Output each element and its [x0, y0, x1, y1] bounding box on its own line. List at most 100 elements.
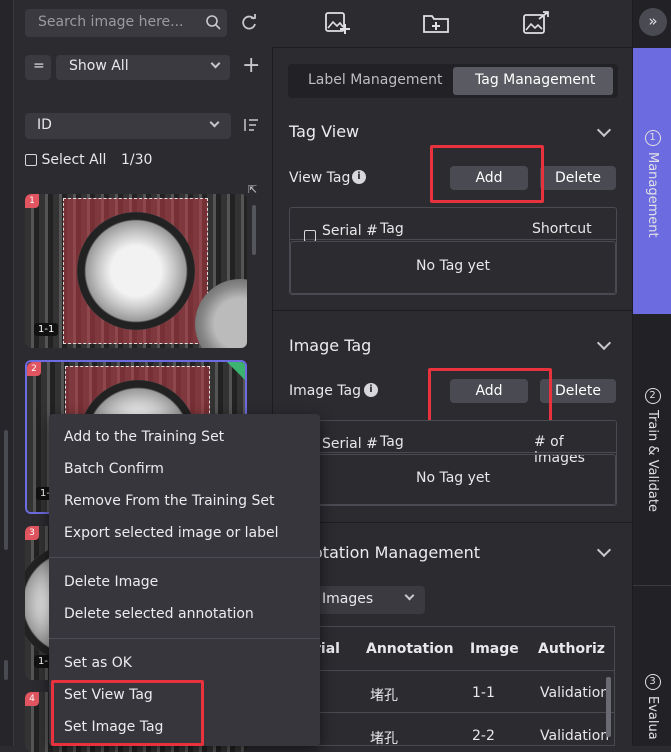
left-edge-strip: [0, 0, 14, 746]
thumbnail-index: 4: [25, 692, 39, 706]
filter-operator-value: =: [33, 58, 45, 74]
chevron-down-icon[interactable]: [596, 122, 612, 138]
column-shortcut: Shortcut: [532, 221, 592, 237]
table-header: Serial # Tag Shortcut: [290, 208, 616, 242]
side-tab-label: Management: [645, 152, 660, 238]
thumbnail-scrollbar[interactable]: [252, 205, 256, 255]
status-corner-badge: [227, 362, 245, 380]
management-tabs: Label Management Tag Management: [288, 64, 618, 98]
table-row[interactable]: 堵孔 1-1 Validation: [314, 671, 614, 713]
annotation-table: rial Annotation Image Authoriz 堵孔 1-1 Va…: [313, 626, 615, 747]
part-image: [77, 212, 195, 330]
checkbox-icon[interactable]: [25, 154, 37, 166]
scrollbar-handle-lower[interactable]: [4, 660, 8, 680]
thumbnail-index: 1: [25, 194, 39, 208]
table-header: rial Annotation Image Authoriz: [314, 627, 614, 671]
add-filter-icon[interactable]: +: [242, 55, 260, 77]
side-tab-label: Train & Validate: [645, 410, 660, 512]
export-image-icon[interactable]: [522, 11, 550, 39]
chevron-down-icon[interactable]: [596, 542, 612, 558]
info-icon[interactable]: i: [364, 383, 378, 397]
thumbnail-index: 2: [27, 362, 41, 376]
highlight-box: [428, 368, 552, 424]
column-annotation: Annotation: [366, 641, 454, 657]
select-all-label: Select All: [41, 152, 107, 168]
chevron-down-icon[interactable]: [596, 335, 612, 351]
chevron-down-icon: [210, 58, 221, 69]
side-tab-number: 1: [644, 130, 661, 146]
info-icon[interactable]: i: [352, 170, 366, 184]
side-tab-train-validate[interactable]: 2 Train & Validate: [633, 380, 671, 580]
empty-state: No Tag yet: [290, 454, 616, 505]
column-tag: Tag: [380, 434, 404, 450]
table-scrollbar[interactable]: [606, 677, 611, 737]
menu-item-delete-image[interactable]: Delete Image: [64, 574, 158, 590]
empty-state-text: No Tag yet: [415, 258, 491, 274]
side-tab-evaluate[interactable]: 3 Evalua: [633, 666, 671, 746]
section-title-annotation: otation Management: [313, 543, 480, 562]
image-thumbnail[interactable]: 1 1-1: [25, 194, 247, 348]
search-icon[interactable]: [205, 14, 221, 34]
section-title-tag-view: Tag View: [289, 122, 360, 141]
select-all-checkbox[interactable]: Select All: [25, 152, 106, 168]
menu-separator: [49, 638, 320, 639]
annotation-filter-select[interactable]: Images: [313, 586, 425, 614]
highlight-box: [51, 680, 204, 746]
scroll-to-top-icon[interactable]: ⇱: [248, 183, 257, 196]
toolbar: [272, 0, 632, 48]
view-tag-table: Serial # Tag Shortcut No Tag yet: [289, 207, 617, 295]
side-tab-management[interactable]: 1 Management: [633, 48, 671, 314]
tab-tag-management[interactable]: Tag Management: [453, 67, 613, 95]
empty-state: No Tag yet: [290, 241, 616, 294]
highlight-box: [430, 145, 544, 203]
menu-item-delete-annotation[interactable]: Delete selected annotation: [64, 606, 254, 622]
image-tag-table: Serial # Tag # of images No Tag yet: [289, 420, 617, 506]
tab-label-management[interactable]: Label Management: [308, 72, 442, 88]
management-panel: Label Management Tag Management Tag View…: [272, 48, 633, 747]
menu-item-add-to-training-set[interactable]: Add to the Training Set: [64, 429, 224, 445]
tab-tag-management-label: Tag Management: [475, 72, 596, 88]
divider: [273, 522, 633, 523]
menu-item-batch-confirm[interactable]: Batch Confirm: [64, 461, 164, 477]
side-tab-number: 2: [644, 388, 661, 404]
context-menu: Add to the Training Set Batch Confirm Re…: [49, 414, 320, 746]
column-tag: Tag: [380, 221, 404, 237]
column-serial: Serial #: [322, 223, 378, 239]
chevron-down-icon: [209, 117, 220, 128]
selection-count: 1/30: [121, 152, 153, 168]
cell-annotation: 堵孔: [370, 688, 398, 704]
divider: [633, 585, 671, 586]
cell-annotation: 堵孔: [370, 731, 398, 747]
sort-field-text: ID: [37, 117, 52, 133]
table-header: Serial # Tag # of images: [290, 421, 616, 466]
collapse-panel-icon[interactable]: »: [639, 8, 667, 36]
image-tag-label: Image Tag: [289, 383, 361, 399]
sort-order-icon[interactable]: [242, 117, 260, 137]
search-field[interactable]: Search image here...: [25, 9, 227, 37]
menu-item-set-as-ok[interactable]: Set as OK: [64, 655, 132, 671]
column-serial: Serial #: [322, 436, 378, 452]
add-folder-icon[interactable]: [422, 12, 450, 38]
table-row[interactable]: 堵孔 2-2 Validation: [314, 714, 614, 747]
menu-item-export-selected[interactable]: Export selected image or label: [64, 525, 279, 541]
section-title-image-tag: Image Tag: [289, 336, 372, 355]
filter-value-select[interactable]: Show All: [56, 55, 230, 80]
refresh-icon[interactable]: [240, 13, 258, 35]
menu-item-remove-from-training-set[interactable]: Remove From the Training Set: [64, 493, 275, 509]
add-image-icon[interactable]: [324, 11, 350, 39]
delete-view-tag-button[interactable]: Delete: [540, 166, 616, 190]
menu-separator: [49, 557, 320, 558]
filter-operator-select[interactable]: =: [25, 55, 51, 80]
column-authorization: Authoriz: [538, 641, 605, 657]
column-image: Image: [470, 641, 519, 657]
view-tag-label: View Tag: [289, 170, 351, 186]
side-tab-number: 3: [644, 674, 661, 690]
side-tab-label: Evalua: [645, 696, 660, 740]
sort-field-select[interactable]: ID: [25, 113, 231, 139]
search-input[interactable]: Search image here...: [38, 14, 184, 30]
cell-authorization: Validation: [540, 685, 610, 701]
side-tab-strip: » 1 Management 2 Train & Validate 3 Eval…: [632, 0, 671, 746]
divider: [273, 310, 633, 311]
chevron-down-icon: [404, 590, 415, 601]
scrollbar-handle[interactable]: [4, 430, 8, 550]
